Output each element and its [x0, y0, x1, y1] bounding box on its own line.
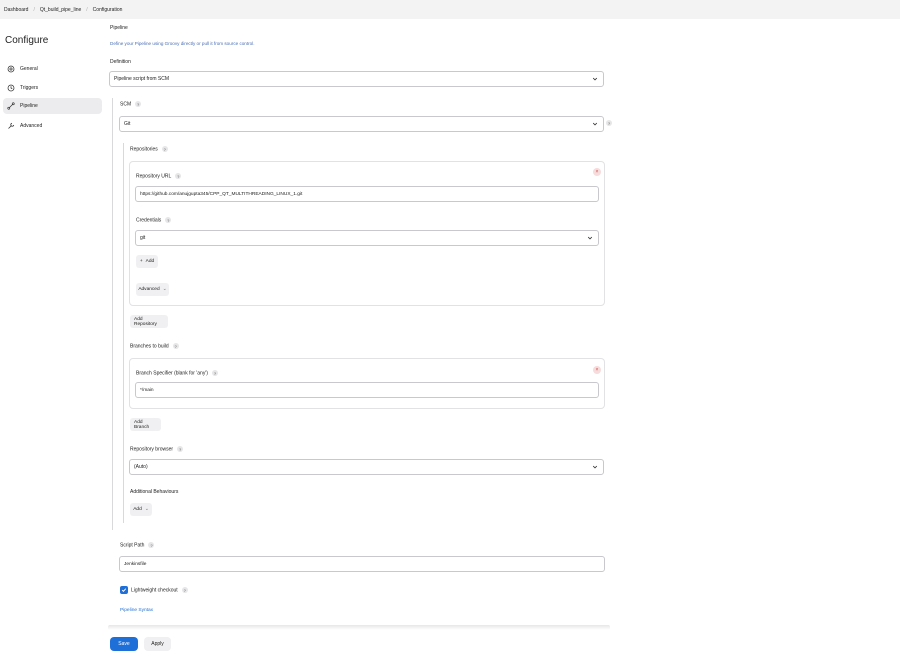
scm-label-text: SCM [120, 101, 132, 108]
pipeline-syntax-link[interactable]: Pipeline Syntax [120, 608, 153, 613]
wrench-icon [7, 122, 15, 130]
breadcrumb-configuration: Configuration [92, 6, 123, 13]
chevron-down-icon: ⌄ [144, 507, 149, 512]
repositories-label: Repositories? [130, 146, 168, 152]
definition-label: Definition [110, 59, 131, 65]
sidebar-item-pipeline[interactable]: Pipeline [3, 98, 102, 114]
add-branch-button[interactable]: Add Branch [130, 418, 161, 431]
sidebar-item-label: Triggers [20, 85, 39, 91]
branch-specifier-label: Branch Specifier (blank for 'any')? [136, 370, 218, 376]
repository-url-label: Repository URL? [136, 173, 182, 180]
save-button[interactable]: Save [110, 637, 138, 651]
breadcrumb-dashboard[interactable]: Dashboard [4, 7, 28, 13]
scm-group-line [112, 98, 113, 530]
pipeline-icon [7, 102, 15, 110]
advanced-button[interactable]: Advanced ⌄ [136, 283, 169, 296]
script-path-label-text: Script Path [120, 542, 145, 549]
pipeline-description: Define your Pipeline using Groovy direct… [110, 41, 255, 46]
help-icon[interactable]: ? [135, 101, 142, 107]
help-icon[interactable]: ? [175, 173, 182, 179]
branches-label-text: Branches to build [130, 343, 169, 350]
help-icon[interactable]: ? [606, 120, 612, 126]
repository-browser-label: Repository browser? [130, 446, 184, 453]
repository-browser-select[interactable]: (Auto) [129, 459, 604, 475]
credentials-select[interactable]: git [135, 230, 599, 246]
repository-url-input[interactable]: https://github.com/anujgupta345/CPP_QT_M… [135, 186, 599, 202]
sidebar-item-label: Advanced [20, 123, 43, 129]
add-behaviour-button[interactable]: Add ⌄ [130, 503, 152, 516]
credentials-value: git [140, 235, 146, 241]
add-credentials-label: Add [145, 259, 155, 264]
script-path-input[interactable]: Jenkinsfile [119, 556, 605, 572]
additional-behaviours-label: Additional Behaviours [130, 489, 179, 495]
breadcrumb: Dashboard / Qt_build_pipe_line / Configu… [0, 0, 900, 19]
credentials-label-text: Credentials [136, 217, 162, 224]
help-icon[interactable]: ? [177, 446, 184, 452]
sidebar-item-label: General [20, 66, 38, 72]
clock-icon [7, 84, 15, 92]
help-icon[interactable]: ? [165, 217, 172, 223]
chevron-down-icon [587, 236, 593, 240]
repository-browser-label-text: Repository browser [130, 446, 174, 453]
breadcrumb-job[interactable]: Qt_build_pipe_line [40, 7, 81, 13]
sidebar-item-advanced[interactable]: Advanced [3, 118, 102, 134]
definition-select[interactable]: Pipeline script from SCM [109, 71, 604, 87]
definition-value: Pipeline script from SCM [114, 76, 170, 82]
help-icon[interactable]: ? [148, 542, 155, 548]
page-title: Configure [5, 35, 49, 46]
breadcrumb-separator: / [86, 6, 88, 13]
help-icon[interactable]: ? [181, 587, 188, 593]
branches-label: Branches to build? [130, 343, 179, 349]
chevron-down-icon [592, 77, 598, 81]
remove-branch-close-icon[interactable]: × [593, 366, 601, 374]
lightweight-checkout-checkbox[interactable] [120, 586, 128, 594]
sidebar-item-label: Pipeline [20, 103, 38, 109]
add-repository-button[interactable]: Add Repository [130, 315, 168, 328]
scm-label: SCM? [120, 101, 142, 108]
lightweight-checkout-label: Lightweight checkout? [131, 587, 188, 593]
chevron-down-icon: ⌄ [162, 287, 167, 292]
add-behaviour-label: Add [133, 507, 142, 512]
pipeline-section-title: Pipeline [110, 25, 128, 31]
apply-button[interactable]: Apply [144, 637, 171, 651]
remove-repository-close-icon[interactable]: × [593, 168, 601, 176]
plus-icon: + [139, 259, 143, 264]
sidebar-item-general[interactable]: General [3, 61, 102, 77]
git-group-line [123, 143, 124, 523]
branch-specifier-input[interactable]: */main [135, 382, 599, 398]
help-icon[interactable]: ? [211, 370, 218, 376]
branch-specifier-label-text: Branch Specifier (blank for 'any') [136, 370, 208, 377]
breadcrumb-separator: / [33, 6, 35, 13]
footer-divider [108, 625, 610, 630]
script-path-label: Script Path? [120, 542, 155, 549]
scm-select[interactable]: Git [119, 116, 604, 132]
repository-browser-value: (Auto) [134, 464, 148, 470]
gear-icon [7, 65, 15, 73]
repository-url-label-text: Repository URL [136, 173, 172, 180]
scm-value: Git [124, 121, 131, 127]
sidebar-item-triggers[interactable]: Triggers [3, 80, 102, 96]
add-credentials-button[interactable]: + Add [136, 255, 158, 268]
check-icon [121, 588, 127, 593]
chevron-down-icon [592, 465, 598, 469]
chevron-down-icon [592, 122, 598, 126]
help-icon[interactable]: ? [161, 146, 168, 152]
advanced-label: Advanced [138, 287, 160, 292]
repositories-label-text: Repositories [130, 146, 158, 153]
lightweight-checkout-label-text: Lightweight checkout [131, 587, 178, 594]
help-icon[interactable]: ? [172, 343, 179, 349]
credentials-label: Credentials? [136, 217, 172, 224]
